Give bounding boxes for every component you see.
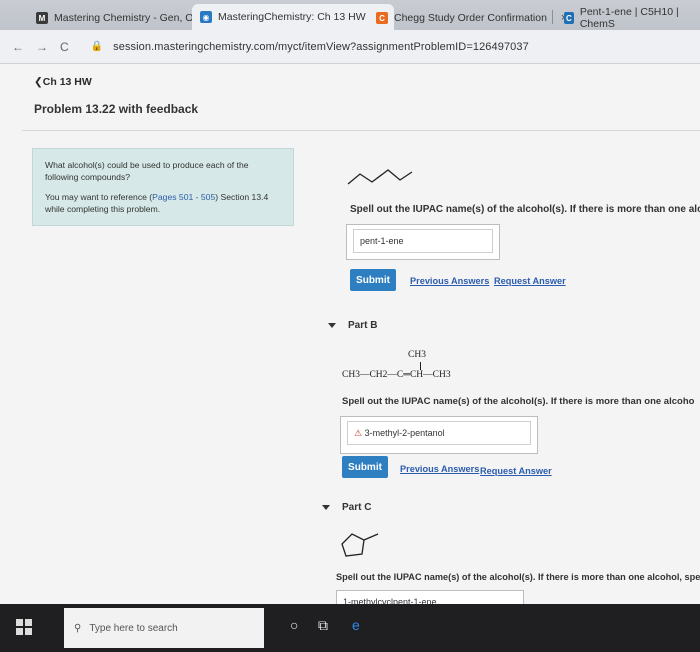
part-a-request-answer-link[interactable]: Request Answer bbox=[494, 276, 566, 286]
collapse-triangle-icon bbox=[322, 505, 330, 510]
task-view-icon[interactable]: ⧉ bbox=[318, 617, 328, 634]
reload-icon[interactable]: C bbox=[60, 40, 69, 54]
part-c-label: Part C bbox=[342, 502, 372, 513]
part-b-answer-field[interactable]: ⚠ 3-methyl-2-pentanol bbox=[347, 421, 531, 445]
part-a-answer-box[interactable]: pent-1-ene bbox=[346, 224, 500, 260]
part-c-answer-box[interactable]: 1-methylcyclpent-1-ene bbox=[336, 590, 524, 607]
breadcrumb[interactable]: ❮Ch 13 HW bbox=[34, 76, 92, 88]
part-a-previous-answers-link[interactable]: Previous Answers bbox=[410, 276, 489, 286]
part-b-previous-answers-link[interactable]: Previous Answers bbox=[400, 464, 479, 474]
chegg-icon: C bbox=[376, 12, 388, 24]
pubchem-icon: C bbox=[564, 12, 574, 24]
mastering-chemistry-icon: ◉ bbox=[200, 11, 212, 23]
edge-icon[interactable]: e bbox=[352, 617, 360, 633]
tab-label: Chegg Study Order Confirmation bbox=[394, 12, 547, 24]
divider bbox=[22, 130, 700, 131]
lock-icon[interactable]: 🔒 bbox=[91, 41, 103, 52]
mastering-icon: M bbox=[36, 12, 48, 24]
part-c-header[interactable]: Part C bbox=[322, 502, 371, 513]
part-a-answer-field[interactable]: pent-1-ene bbox=[353, 229, 493, 253]
tab-label: Pent-1-ene | C5H10 | ChemS bbox=[579, 6, 679, 30]
search-placeholder: Type here to search bbox=[89, 622, 178, 634]
tab-label: MasteringChemistry: Ch 13 HW bbox=[218, 11, 366, 23]
part-b-submit-button[interactable]: Submit bbox=[342, 456, 388, 478]
part-a-prompt: Spell out the IUPAC name(s) of the alcoh… bbox=[350, 204, 700, 215]
reference-text: You may want to reference (Pages 501 - 5… bbox=[45, 191, 281, 215]
part-c-prompt: Spell out the IUPAC name(s) of the alcoh… bbox=[336, 572, 700, 582]
methylcyclopentene-structure bbox=[341, 533, 379, 557]
tab-pent-1-ene[interactable]: C Pent-1-ene | C5H10 | ChemS bbox=[556, 6, 700, 30]
back-arrow-icon[interactable]: ← bbox=[12, 40, 24, 54]
tab-label: Mastering Chemistry - Gen, Org bbox=[54, 12, 203, 24]
windows-taskbar: ⚲ Type here to search ○ ⧉ e bbox=[0, 604, 700, 652]
windows-start-icon[interactable] bbox=[16, 619, 32, 635]
question-text: What alcohol(s) could be used to produce… bbox=[45, 160, 249, 182]
tab-ch13-hw[interactable]: ◉ MasteringChemistry: Ch 13 HW × bbox=[192, 4, 395, 30]
tab-divider bbox=[552, 10, 553, 24]
reference-prefix: You may want to reference ( bbox=[45, 192, 153, 202]
part-a-submit-button[interactable]: Submit bbox=[350, 269, 396, 291]
formula-main-chain: CH3—CH2—C═CH—CH3 bbox=[342, 370, 451, 380]
part-b-label: Part B bbox=[348, 320, 378, 331]
part-b-request-answer-link[interactable]: Request Answer bbox=[480, 466, 552, 476]
bond-line bbox=[420, 362, 421, 370]
cortana-icon[interactable]: ○ bbox=[290, 617, 298, 633]
collapse-triangle-icon bbox=[328, 323, 336, 328]
page-content: ❮Ch 13 HW Problem 13.22 with feedback Wh… bbox=[0, 64, 700, 607]
pentene-structure bbox=[347, 169, 413, 185]
part-b-prompt: Spell out the IUPAC name(s) of the alcoh… bbox=[342, 396, 695, 407]
browser-tab-bar: M Mastering Chemistry - Gen, Org × ◉ Mas… bbox=[0, 0, 700, 30]
question-box: What alcohol(s) could be used to produce… bbox=[32, 148, 294, 226]
url-field[interactable]: session.masteringchemistry.com/myct/item… bbox=[113, 41, 529, 53]
warning-icon: ⚠ bbox=[354, 428, 363, 438]
search-icon: ⚲ bbox=[74, 622, 82, 634]
reference-link[interactable]: Pages 501 - 505 bbox=[152, 192, 215, 202]
address-bar: ← → C 🔒 session.masteringchemistry.com/m… bbox=[0, 30, 700, 64]
page-title: Problem 13.22 with feedback bbox=[34, 102, 199, 116]
methyl-group: CH3 bbox=[408, 350, 426, 360]
forward-arrow-icon[interactable]: → bbox=[36, 40, 48, 54]
part-b-answer-text: 3-methyl-2-pentanol bbox=[364, 428, 445, 438]
tab-chegg[interactable]: C Chegg Study Order Confirmation × bbox=[368, 6, 575, 30]
taskbar-search[interactable]: ⚲ Type here to search bbox=[64, 608, 264, 648]
part-b-answer-box[interactable]: ⚠ 3-methyl-2-pentanol bbox=[340, 416, 538, 454]
part-b-header[interactable]: Part B bbox=[328, 320, 377, 331]
